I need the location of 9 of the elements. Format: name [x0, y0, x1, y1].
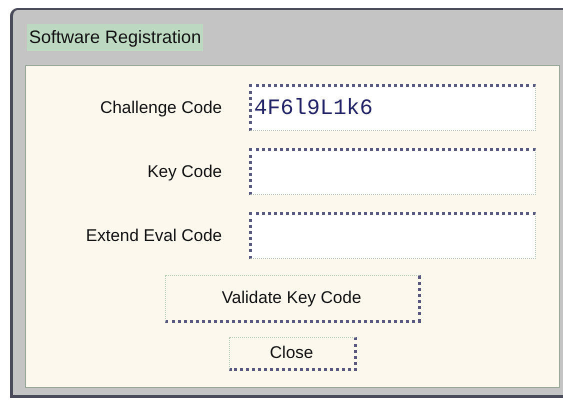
field-label: Extend Eval Code [86, 226, 222, 245]
input-field[interactable] [249, 212, 536, 259]
dialog-button[interactable]: Close [228, 337, 356, 371]
input-field[interactable]: 4F6l9L1k6 [249, 84, 536, 131]
window-title: Software Registration [27, 24, 204, 51]
input-field[interactable] [249, 148, 536, 195]
dialog-button[interactable]: Validate Key Code [164, 275, 420, 323]
field-label: Key Code [147, 162, 222, 181]
field-label: Challenge Code [100, 98, 222, 117]
